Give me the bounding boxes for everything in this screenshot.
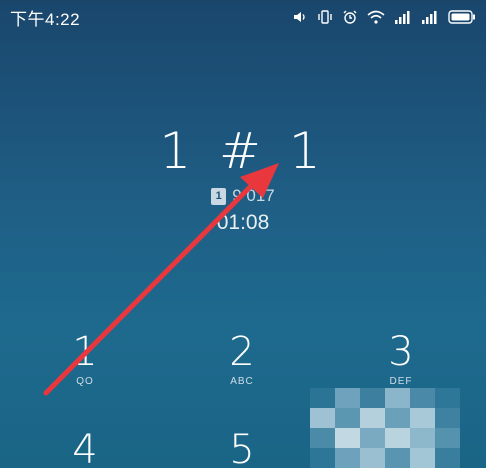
status-time: 下午4:22: [10, 9, 81, 29]
key-digit: 2: [229, 329, 255, 375]
key-letters: DEF: [389, 376, 413, 387]
dialpad-key-1[interactable]: 1 QO: [30, 328, 140, 388]
dialed-number: 1 # 1: [159, 122, 327, 180]
dialpad-key-2[interactable]: 2 ABC: [187, 328, 297, 388]
key-digit: 4: [72, 427, 98, 468]
wifi-icon: [367, 9, 385, 25]
sim-number: 9 017: [232, 186, 275, 205]
key-letters: ABC: [230, 376, 254, 387]
sim-card-icon: 1: [211, 187, 227, 205]
in-call-screen: 下午4:22 1 # 1 1 9 017 01:08 1 QO 2 ABC 3 …: [0, 0, 486, 468]
vibrate-icon: [317, 9, 333, 25]
dialpad-key-3[interactable]: 3 DEF: [346, 328, 456, 388]
dialpad-key-4[interactable]: 4: [30, 426, 140, 468]
key-digit: 1: [72, 329, 98, 375]
voicemail-icon: QO: [76, 376, 94, 387]
call-duration: 01:08: [216, 211, 270, 234]
key-digit: 5: [229, 427, 255, 468]
dialpad-key-5[interactable]: 5: [187, 426, 297, 468]
alarm-icon: [342, 9, 358, 25]
key-digit: 3: [388, 329, 414, 375]
status-icons: [292, 9, 476, 25]
signal-icon: [421, 10, 439, 24]
sim-info: 1 9 017: [0, 186, 486, 206]
battery-icon: [448, 10, 476, 24]
volume-icon: [292, 9, 308, 25]
signal-icon: [394, 10, 412, 24]
pixelated-watermark: [310, 388, 460, 468]
status-bar: 下午4:22: [0, 0, 486, 34]
